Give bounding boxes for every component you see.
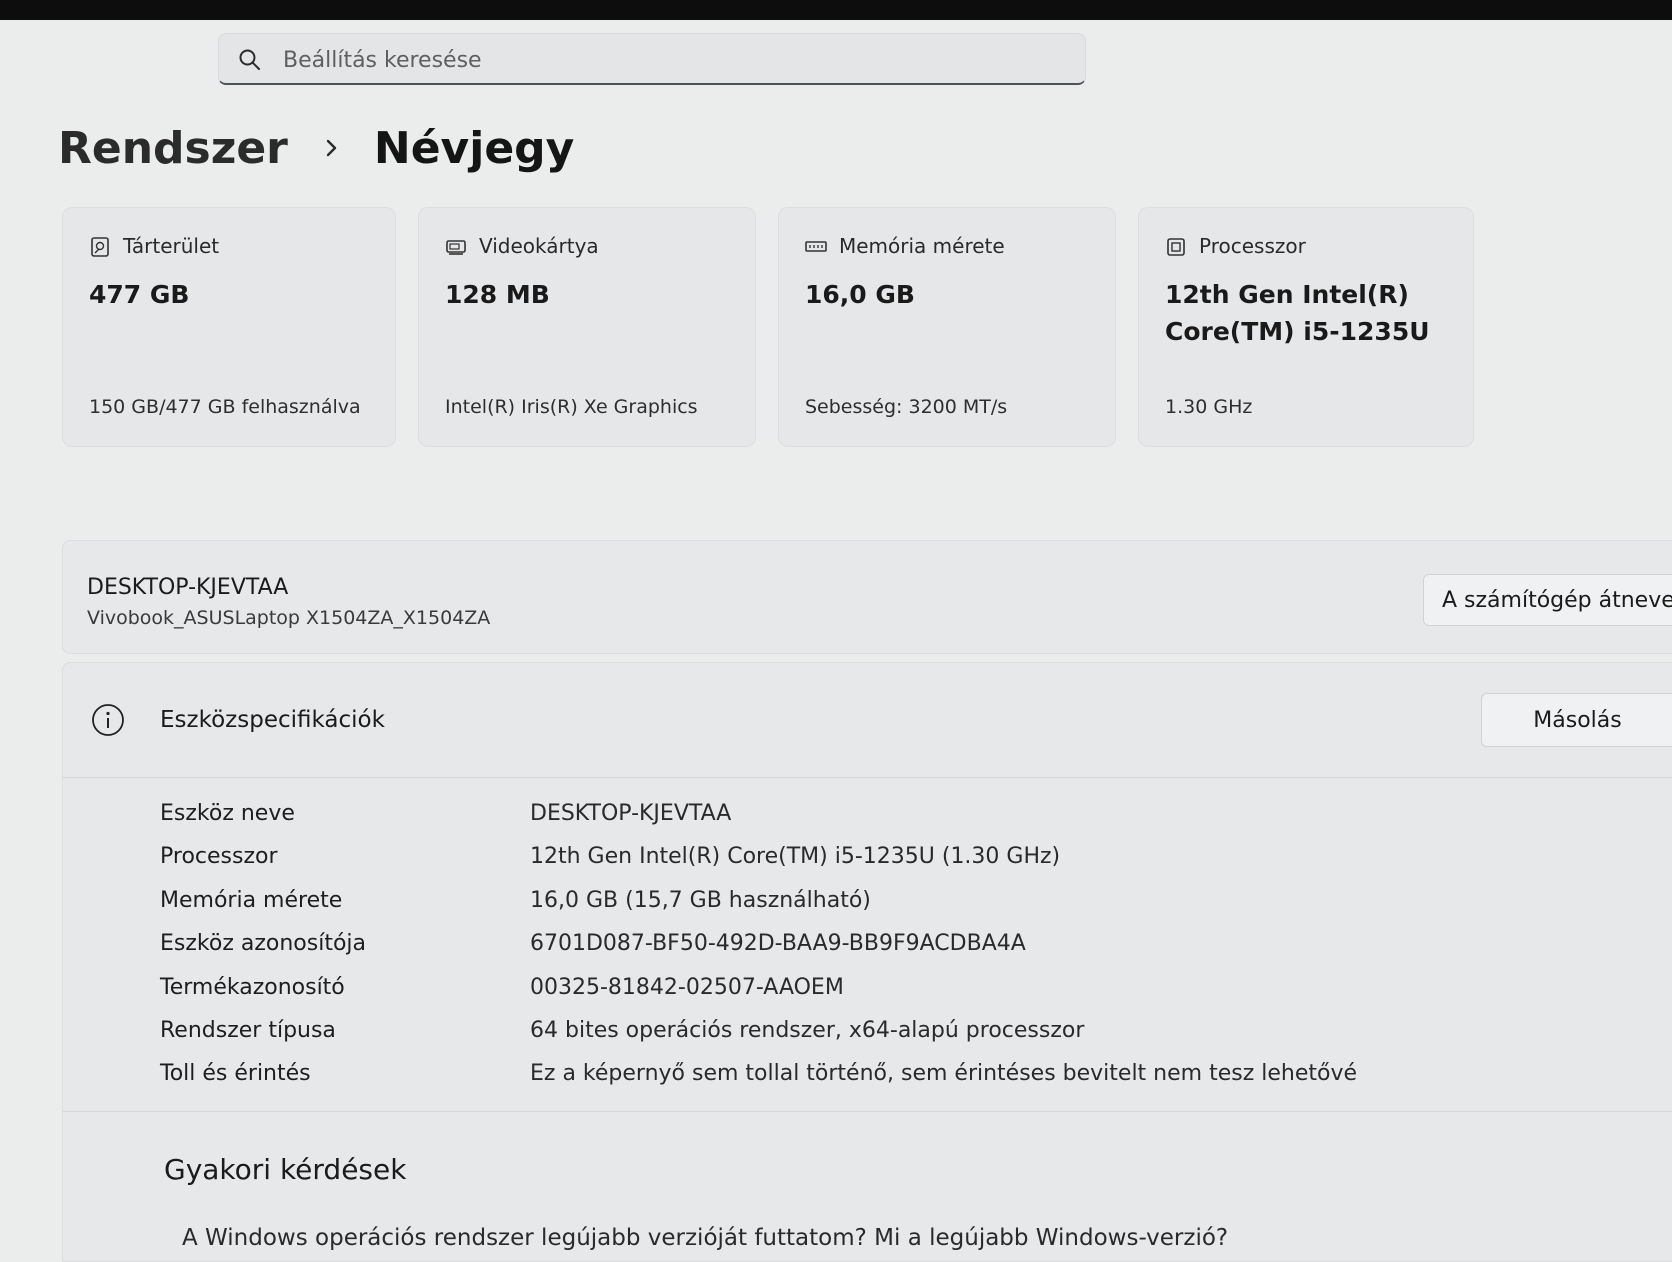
- specs-header[interactable]: Eszközspecifikációk Másolás: [63, 663, 1672, 778]
- device-name-row: DESKTOP-KJEVTAA Vivobook_ASUSLaptop X150…: [62, 540, 1672, 654]
- spec-key: Rendszer típusa: [160, 1018, 336, 1043]
- info-icon: [92, 704, 124, 736]
- card-memory[interactable]: Memória mérete 16,0 GB Sebesség: 3200 MT…: [778, 207, 1116, 447]
- spec-row: Eszköz azonosítója 6701D087-BF50-492D-BA…: [160, 931, 1560, 971]
- device-specifications-section: Eszközspecifikációk Másolás Eszköz neve …: [62, 662, 1672, 1262]
- spec-value: 64 bites operációs rendszer, x64-alapú p…: [530, 1018, 1085, 1043]
- spec-row: Processzor 12th Gen Intel(R) Core(TM) i5…: [160, 844, 1560, 884]
- card-processor-label: Processzor: [1199, 234, 1306, 258]
- spec-key: Memória mérete: [160, 888, 343, 913]
- graphics-card-icon: [446, 240, 466, 255]
- card-graphics-value: 128 MB: [445, 280, 550, 309]
- copy-button[interactable]: Másolás: [1481, 693, 1672, 747]
- spec-value: 12th Gen Intel(R) Core(TM) i5-1235U (1.3…: [530, 844, 1061, 869]
- spec-row: Toll és érintés Ez a képernyő sem tollal…: [160, 1061, 1560, 1101]
- spec-row: Eszköz neve DESKTOP-KJEVTAA: [160, 801, 1560, 841]
- spec-value: 00325-81842-02507-AAOEM: [530, 975, 844, 1000]
- search-icon: [239, 49, 260, 70]
- card-storage-label: Tárterület: [123, 234, 220, 258]
- rename-pc-button[interactable]: A számítógép átnevez: [1423, 574, 1672, 626]
- spec-key: Eszköz azonosítója: [160, 931, 367, 956]
- spec-value: 16,0 GB (15,7 GB használható): [530, 888, 871, 913]
- spec-value: 6701D087-BF50-492D-BAA9-BB9F9ACDBA4A: [530, 931, 1026, 956]
- card-memory-value: 16,0 GB: [805, 280, 915, 309]
- device-model: Vivobook_ASUSLaptop X1504ZA_X1504ZA: [87, 607, 491, 629]
- faq-title: Gyakori kérdések: [164, 1153, 407, 1186]
- card-memory-detail: Sebesség: 3200 MT/s: [805, 396, 1008, 418]
- section-divider: [63, 1111, 1672, 1112]
- spec-key: Processzor: [160, 844, 278, 869]
- spec-key: Eszköz neve: [160, 801, 295, 826]
- spec-row: Rendszer típusa 64 bites operációs rends…: [160, 1018, 1560, 1058]
- card-processor-value: 12th Gen Intel(R) Core(TM) i5-1235U: [1165, 280, 1430, 346]
- card-storage-value: 477 GB: [89, 280, 190, 309]
- card-storage[interactable]: Tárterület 477 GB 150 GB/477 GB felhaszn…: [62, 207, 396, 447]
- spec-value: Ez a képernyő sem tollal történő, sem ér…: [530, 1061, 1358, 1086]
- card-processor[interactable]: Processzor 12th Gen Intel(R) Core(TM) i5…: [1138, 207, 1474, 447]
- page-title: Névjegy: [373, 122, 575, 174]
- spec-key: Termékazonosító: [160, 975, 345, 1000]
- card-storage-detail: 150 GB/477 GB felhasználva: [89, 396, 361, 418]
- card-graphics-label: Videokártya: [479, 234, 599, 258]
- search-input[interactable]: [281, 40, 1065, 80]
- spec-row: Memória mérete 16,0 GB (15,7 GB használh…: [160, 888, 1560, 928]
- breadcrumb-system-link[interactable]: Rendszer: [58, 123, 288, 174]
- processor-icon: [1167, 238, 1185, 256]
- memory-icon: [805, 241, 827, 252]
- specs-title: Eszközspecifikációk: [160, 707, 385, 733]
- card-graphics-detail: Intel(R) Iris(R) Xe Graphics: [445, 396, 698, 418]
- card-graphics[interactable]: Videokártya 128 MB Intel(R) Iris(R) Xe G…: [418, 207, 756, 447]
- screen-top-edge: [0, 0, 1672, 20]
- spec-row: Termékazonosító 00325-81842-02507-AAOEM: [160, 975, 1560, 1015]
- settings-search-box[interactable]: [218, 33, 1086, 85]
- faq-question-link[interactable]: A Windows operációs rendszer legújabb ve…: [182, 1225, 1228, 1251]
- spec-key: Toll és érintés: [160, 1061, 311, 1086]
- breadcrumb: Rendszer Névjegy: [58, 118, 574, 178]
- chevron-right-icon: [326, 139, 337, 157]
- spec-value: DESKTOP-KJEVTAA: [530, 801, 732, 826]
- card-processor-detail: 1.30 GHz: [1165, 396, 1253, 418]
- storage-icon: [91, 237, 109, 257]
- device-name: DESKTOP-KJEVTAA: [87, 575, 289, 600]
- card-memory-label: Memória mérete: [839, 234, 1005, 258]
